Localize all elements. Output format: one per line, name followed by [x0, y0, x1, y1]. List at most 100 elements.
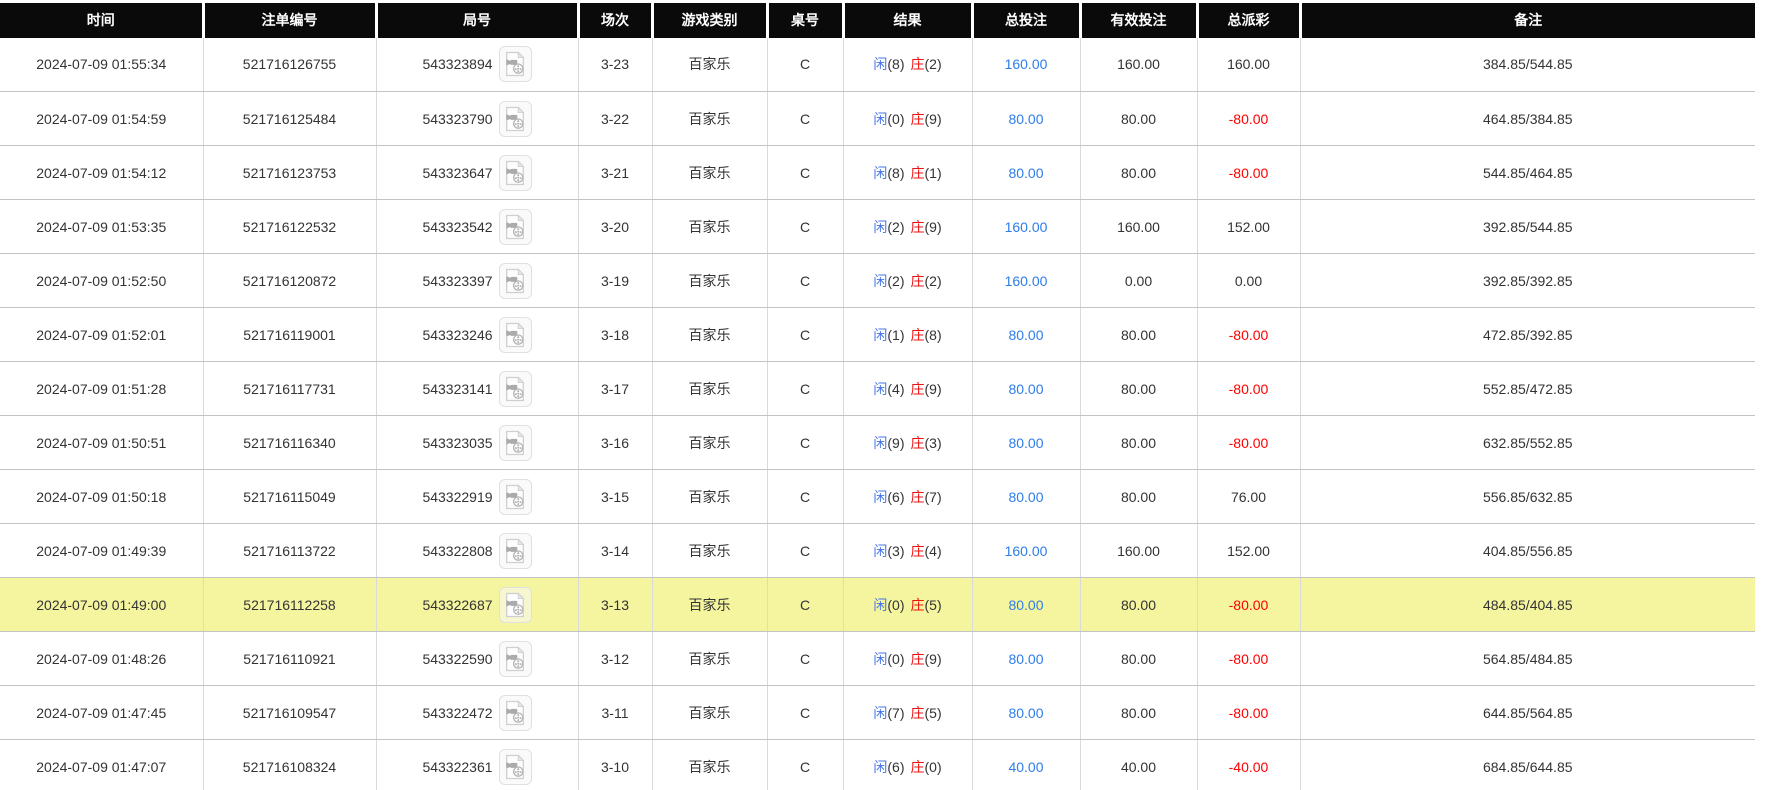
table-row[interactable]: 2024-07-09 01:52:50 521716120872 5433233… [0, 254, 1755, 308]
cell-time: 2024-07-09 01:55:34 [0, 38, 203, 92]
cell-valid-bet: 0.00 [1080, 254, 1197, 308]
cell-remark: 392.85/392.85 [1300, 254, 1755, 308]
table-row[interactable]: 2024-07-09 01:47:07 521716108324 5433223… [0, 740, 1755, 790]
cell-time: 2024-07-09 01:52:01 [0, 308, 203, 362]
cell-total-bet-link[interactable]: 160.00 [972, 38, 1080, 92]
cell-remark: 472.85/392.85 [1300, 308, 1755, 362]
cell-round-number: 543323894 [376, 38, 578, 92]
video-replay-icon [503, 700, 527, 726]
table-row[interactable]: 2024-07-09 01:53:35 521716122532 5433235… [0, 200, 1755, 254]
cell-valid-bet: 80.00 [1080, 146, 1197, 200]
video-replay-button[interactable] [499, 371, 532, 407]
round-number: 543322590 [422, 651, 492, 667]
cell-bet-number: 521716117731 [203, 362, 376, 416]
video-replay-button[interactable] [499, 425, 532, 461]
cell-session: 3-21 [578, 146, 652, 200]
cell-time: 2024-07-09 01:49:39 [0, 524, 203, 578]
cell-total-bet-link[interactable]: 80.00 [972, 308, 1080, 362]
result-player-label: 闲 [873, 759, 887, 775]
result-banker-label: 庄 [911, 651, 925, 667]
cell-total-payout: 160.00 [1197, 38, 1300, 92]
table-row[interactable]: 2024-07-09 01:55:34 521716126755 5433238… [0, 38, 1755, 92]
table-row[interactable]: 2024-07-09 01:54:12 521716123753 5433236… [0, 146, 1755, 200]
table-row[interactable]: 2024-07-09 01:49:39 521716113722 5433228… [0, 524, 1755, 578]
result-player-label: 闲 [873, 543, 887, 559]
cell-remark: 556.85/632.85 [1300, 470, 1755, 524]
cell-session: 3-10 [578, 740, 652, 790]
result-player-label: 闲 [873, 327, 887, 343]
cell-bet-number: 521716122532 [203, 200, 376, 254]
cell-bet-number: 521716120872 [203, 254, 376, 308]
video-replay-button[interactable] [499, 641, 532, 677]
cell-game-type: 百家乐 [652, 92, 767, 146]
cell-time: 2024-07-09 01:47:45 [0, 686, 203, 740]
video-replay-button[interactable] [499, 317, 532, 353]
cell-round-number: 543322687 [376, 578, 578, 632]
video-replay-button[interactable] [499, 695, 532, 731]
video-replay-button[interactable] [499, 209, 532, 245]
result-banker-score: (2) [925, 273, 942, 289]
table-row[interactable]: 2024-07-09 01:47:45 521716109547 5433224… [0, 686, 1755, 740]
table-row[interactable]: 2024-07-09 01:51:28 521716117731 5433231… [0, 362, 1755, 416]
video-replay-button[interactable] [499, 479, 532, 515]
cell-bet-number: 521716123753 [203, 146, 376, 200]
video-replay-button[interactable] [499, 263, 532, 299]
header-time: 时间 [0, 2, 203, 38]
table-row[interactable]: 2024-07-09 01:50:18 521716115049 5433229… [0, 470, 1755, 524]
cell-total-bet-link[interactable]: 80.00 [972, 632, 1080, 686]
cell-valid-bet: 80.00 [1080, 362, 1197, 416]
cell-session: 3-22 [578, 92, 652, 146]
cell-valid-bet: 160.00 [1080, 38, 1197, 92]
video-replay-button[interactable] [499, 533, 532, 569]
table-row[interactable]: 2024-07-09 01:50:51 521716116340 5433230… [0, 416, 1755, 470]
round-number: 543323790 [422, 111, 492, 127]
cell-total-bet-link[interactable]: 80.00 [972, 416, 1080, 470]
cell-total-bet-link[interactable]: 80.00 [972, 146, 1080, 200]
video-replay-button[interactable] [499, 155, 532, 191]
cell-result: 闲(0)庄(5) [843, 578, 972, 632]
cell-table-number: C [767, 362, 843, 416]
cell-total-bet-link[interactable]: 160.00 [972, 524, 1080, 578]
cell-round-number: 543323790 [376, 92, 578, 146]
video-replay-button[interactable] [499, 587, 532, 623]
table-row[interactable]: 2024-07-09 01:49:00 521716112258 5433226… [0, 578, 1755, 632]
cell-round-number: 543322361 [376, 740, 578, 790]
result-banker-score: (4) [925, 543, 942, 559]
cell-total-bet-link[interactable]: 40.00 [972, 740, 1080, 790]
result-player-label: 闲 [873, 111, 887, 127]
cell-game-type: 百家乐 [652, 200, 767, 254]
result-banker-score: (9) [925, 381, 942, 397]
result-banker-label: 庄 [911, 273, 925, 289]
result-player-score: (7) [887, 705, 904, 721]
cell-bet-number: 521716119001 [203, 308, 376, 362]
cell-session: 3-20 [578, 200, 652, 254]
cell-time: 2024-07-09 01:50:51 [0, 416, 203, 470]
cell-total-bet-link[interactable]: 80.00 [972, 686, 1080, 740]
cell-bet-number: 521716108324 [203, 740, 376, 790]
cell-total-bet-link[interactable]: 80.00 [972, 578, 1080, 632]
result-banker-score: (9) [925, 219, 942, 235]
cell-total-bet-link[interactable]: 80.00 [972, 362, 1080, 416]
cell-session: 3-18 [578, 308, 652, 362]
video-replay-button[interactable] [499, 101, 532, 137]
cell-bet-number: 521716126755 [203, 38, 376, 92]
header-valid-bet: 有效投注 [1080, 2, 1197, 38]
cell-total-bet-link[interactable]: 80.00 [972, 470, 1080, 524]
table-row[interactable]: 2024-07-09 01:52:01 521716119001 5433232… [0, 308, 1755, 362]
cell-total-bet-link[interactable]: 160.00 [972, 200, 1080, 254]
cell-time: 2024-07-09 01:50:18 [0, 470, 203, 524]
cell-game-type: 百家乐 [652, 308, 767, 362]
cell-remark: 564.85/484.85 [1300, 632, 1755, 686]
table-row[interactable]: 2024-07-09 01:54:59 521716125484 5433237… [0, 92, 1755, 146]
cell-total-bet-link[interactable]: 160.00 [972, 254, 1080, 308]
cell-total-bet-link[interactable]: 80.00 [972, 92, 1080, 146]
cell-total-payout: -80.00 [1197, 578, 1300, 632]
table-row[interactable]: 2024-07-09 01:48:26 521716110921 5433225… [0, 632, 1755, 686]
video-replay-icon [503, 51, 527, 77]
round-number: 543322472 [422, 705, 492, 721]
video-replay-button[interactable] [499, 46, 532, 82]
round-number: 543322687 [422, 597, 492, 613]
video-replay-button[interactable] [499, 749, 532, 785]
cell-session: 3-17 [578, 362, 652, 416]
cell-remark: 404.85/556.85 [1300, 524, 1755, 578]
